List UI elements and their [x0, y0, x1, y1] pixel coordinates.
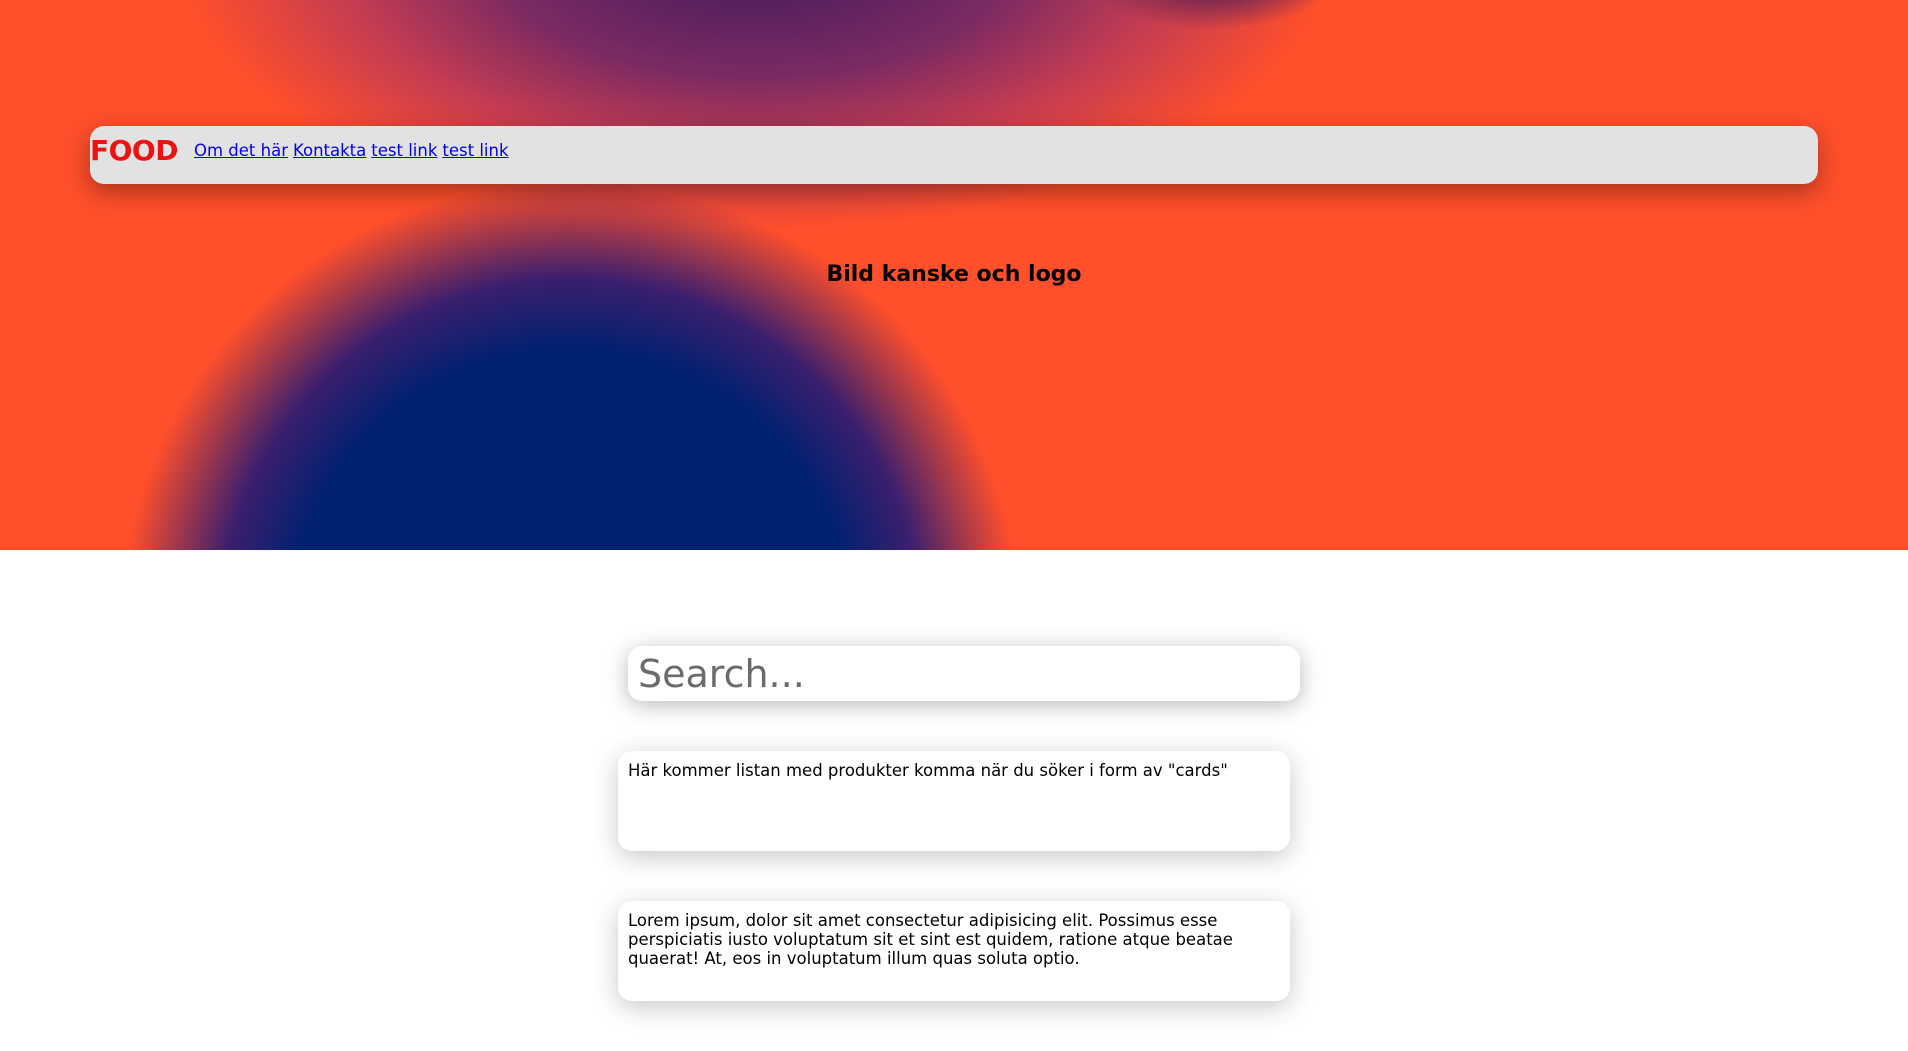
search-input[interactable] — [628, 646, 1300, 701]
nav-link-om-det-har[interactable]: Om det här — [194, 141, 288, 160]
brand-logo[interactable]: FOOD — [90, 134, 178, 167]
nav-links: Om det här Kontakta test link test link — [194, 141, 509, 160]
navbar: FOOD Om det här Kontakta test link test … — [90, 126, 1818, 184]
card-text: Lorem ipsum, dolor sit amet consectetur … — [628, 911, 1233, 968]
hero-banner: FOOD Om det här Kontakta test link test … — [0, 0, 1908, 550]
hero-gradient-navy — [120, 180, 1020, 550]
product-card: Lorem ipsum, dolor sit amet consectetur … — [618, 901, 1290, 1001]
hero-gradient-top — [180, 0, 1330, 230]
hero-title: Bild kanske och logo — [826, 262, 1082, 287]
search-box — [628, 646, 1300, 701]
card-text: Här kommer listan med produkter komma nä… — [628, 761, 1228, 780]
nav-link-kontakta[interactable]: Kontakta — [293, 141, 366, 160]
product-card: Här kommer listan med produkter komma nä… — [618, 751, 1290, 851]
nav-link-test-2[interactable]: test link — [442, 141, 508, 160]
nav-link-test-1[interactable]: test link — [371, 141, 437, 160]
